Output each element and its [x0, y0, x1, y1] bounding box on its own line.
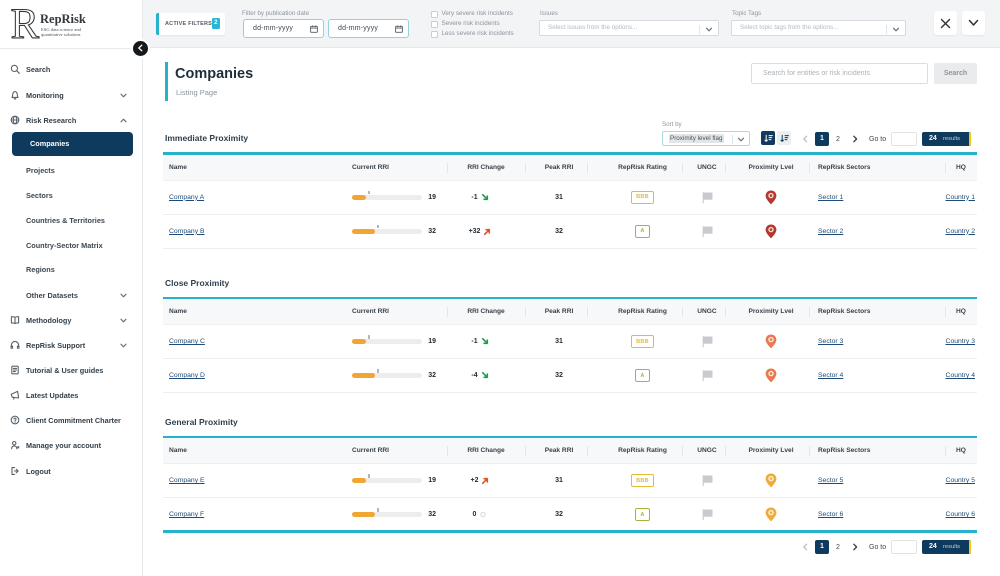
svg-text:R: R: [11, 5, 40, 43]
